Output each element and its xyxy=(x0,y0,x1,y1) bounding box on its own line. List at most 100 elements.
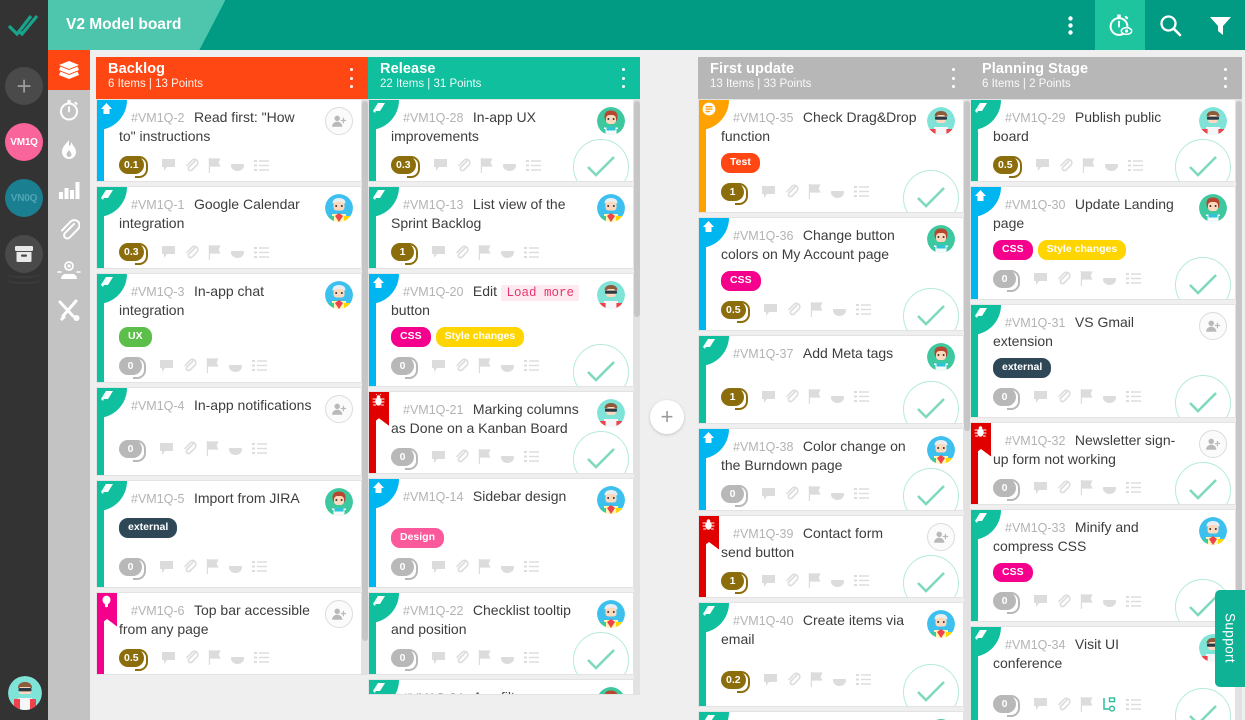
comment-icon[interactable] xyxy=(431,560,446,574)
flag-icon[interactable] xyxy=(206,358,219,374)
card-points[interactable]: 1 xyxy=(391,243,418,265)
card[interactable]: #VM1Q-33 Minify and compress CSS CSS 0 xyxy=(970,508,1236,623)
checklist-icon[interactable] xyxy=(854,185,869,198)
paperclip-icon[interactable] xyxy=(785,389,799,404)
archive-button[interactable] xyxy=(5,235,43,284)
checklist-icon[interactable] xyxy=(253,246,269,259)
comment-icon[interactable] xyxy=(1033,272,1048,286)
mark-done-button[interactable] xyxy=(903,287,959,330)
tag-icon[interactable] xyxy=(831,302,847,317)
tag-icon[interactable] xyxy=(501,158,517,172)
checklist-icon[interactable] xyxy=(1126,390,1141,403)
tag-icon[interactable] xyxy=(229,650,245,665)
flag-icon[interactable] xyxy=(1080,389,1093,404)
card[interactable]: #VM1Q-41 Pick the xyxy=(698,710,964,720)
mark-done-button[interactable] xyxy=(903,169,959,212)
tag-icon[interactable] xyxy=(1102,271,1117,286)
comment-icon[interactable] xyxy=(1035,158,1050,172)
flag-icon[interactable] xyxy=(208,650,221,665)
card[interactable]: #VM1Q-40 Create items via email 0.2 xyxy=(698,601,964,707)
checklist-icon[interactable] xyxy=(253,159,269,172)
flag-icon[interactable] xyxy=(478,244,491,260)
card-points[interactable]: 0 xyxy=(391,648,418,671)
card-points[interactable]: 0 xyxy=(119,439,146,462)
comment-icon[interactable] xyxy=(761,185,776,199)
assign-user-button[interactable] xyxy=(927,522,955,551)
checklist-icon[interactable] xyxy=(855,673,871,686)
mark-done-button[interactable] xyxy=(1175,256,1231,299)
assign-user-button[interactable] xyxy=(1199,311,1227,340)
flag-icon[interactable] xyxy=(808,184,821,200)
avatar[interactable] xyxy=(597,599,625,628)
checklist-icon[interactable] xyxy=(1126,698,1141,711)
board-tab[interactable]: V2 Model board xyxy=(48,0,225,50)
card-points[interactable]: 0.3 xyxy=(119,243,148,265)
paperclip-icon[interactable] xyxy=(183,441,197,456)
tag-icon[interactable] xyxy=(500,449,515,464)
card-points[interactable]: 0 xyxy=(721,484,748,507)
card-points[interactable]: 0 xyxy=(119,557,146,580)
tag-icon[interactable] xyxy=(228,358,243,373)
card[interactable]: #VM1Q-21 Marking columns as Done on a Ka… xyxy=(368,390,634,474)
comment-icon[interactable] xyxy=(433,158,448,172)
tag-icon[interactable] xyxy=(1102,389,1117,404)
card[interactable]: #VM1Q-35 Check Drag&Drop function Test 1 xyxy=(698,99,964,213)
checklist-icon[interactable] xyxy=(524,359,539,372)
tag[interactable]: external xyxy=(993,357,1052,378)
comment-icon[interactable] xyxy=(431,245,446,259)
tag-icon[interactable] xyxy=(830,184,845,199)
scrollbar-thumb[interactable] xyxy=(1236,101,1242,601)
card[interactable]: #VM1Q-3 In-app chat integration UX 0 xyxy=(96,273,362,383)
scrollbar-thumb[interactable] xyxy=(634,101,640,317)
checklist-icon[interactable] xyxy=(1126,481,1141,494)
avatar[interactable] xyxy=(927,342,955,371)
paperclip-icon[interactable] xyxy=(1057,271,1071,286)
comment-icon[interactable] xyxy=(761,574,776,588)
card[interactable]: #VM1Q-31 VS Gmail extension external 0 xyxy=(970,303,1236,418)
card-points[interactable]: 0 xyxy=(993,592,1020,615)
flag-icon[interactable] xyxy=(810,672,823,687)
tag[interactable]: external xyxy=(119,517,178,538)
checklist-icon[interactable] xyxy=(854,574,869,587)
flag-icon[interactable] xyxy=(206,441,219,457)
comment-icon[interactable] xyxy=(431,359,446,373)
column-menu-button[interactable] xyxy=(946,68,960,88)
subtask-icon[interactable] xyxy=(1102,697,1117,712)
flag-icon[interactable] xyxy=(1082,157,1095,173)
column-header-backlog[interactable]: Backlog 6 Items | 13 Points xyxy=(96,57,368,99)
avatar[interactable] xyxy=(927,435,955,464)
tool-layers[interactable] xyxy=(48,50,90,90)
card[interactable]: #VM1Q-2 Read first: "How to" instruction… xyxy=(96,99,362,182)
paperclip-icon[interactable] xyxy=(185,245,199,260)
mark-done-button[interactable] xyxy=(573,343,629,386)
tag-icon[interactable] xyxy=(228,559,243,574)
avatar[interactable] xyxy=(325,487,353,516)
assign-user-button[interactable] xyxy=(1199,429,1227,458)
card-points[interactable]: 0 xyxy=(391,356,418,379)
checklist-icon[interactable] xyxy=(524,246,539,259)
paperclip-icon[interactable] xyxy=(183,559,197,574)
checklist-icon[interactable] xyxy=(524,651,539,664)
tag-icon[interactable] xyxy=(830,389,845,404)
tag[interactable]: CSS xyxy=(993,562,1033,583)
card[interactable]: #VM1Q-34 Visit UI conference 0 xyxy=(970,626,1236,720)
comment-icon[interactable] xyxy=(763,303,778,317)
column-header-release[interactable]: Release 22 Items | 31 Points xyxy=(368,57,640,99)
tag-icon[interactable] xyxy=(229,158,245,172)
board-canvas[interactable]: Backlog 6 Items | 13 Points #VM1Q-2 Read… xyxy=(90,50,1245,720)
checklist-icon[interactable] xyxy=(854,487,869,500)
mark-done-button[interactable] xyxy=(1175,688,1231,720)
flag-icon[interactable] xyxy=(480,157,493,173)
tag[interactable]: CSS xyxy=(391,327,431,347)
checklist-icon[interactable] xyxy=(1126,595,1141,608)
add-column-button[interactable]: + xyxy=(650,400,684,434)
avatar[interactable] xyxy=(325,194,353,222)
card[interactable]: #VM1Q-36 Change button colors on My Acco… xyxy=(698,216,964,331)
card[interactable]: #VM1Q-28 In-app UX improvements 0.3 xyxy=(368,99,634,182)
card-points[interactable]: 1 xyxy=(721,387,748,410)
tag[interactable]: CSS xyxy=(993,240,1033,260)
board-more-button[interactable] xyxy=(1045,0,1095,50)
paperclip-icon[interactable] xyxy=(785,573,799,588)
tag[interactable]: UX xyxy=(119,327,152,347)
tool-users[interactable] xyxy=(48,250,90,290)
